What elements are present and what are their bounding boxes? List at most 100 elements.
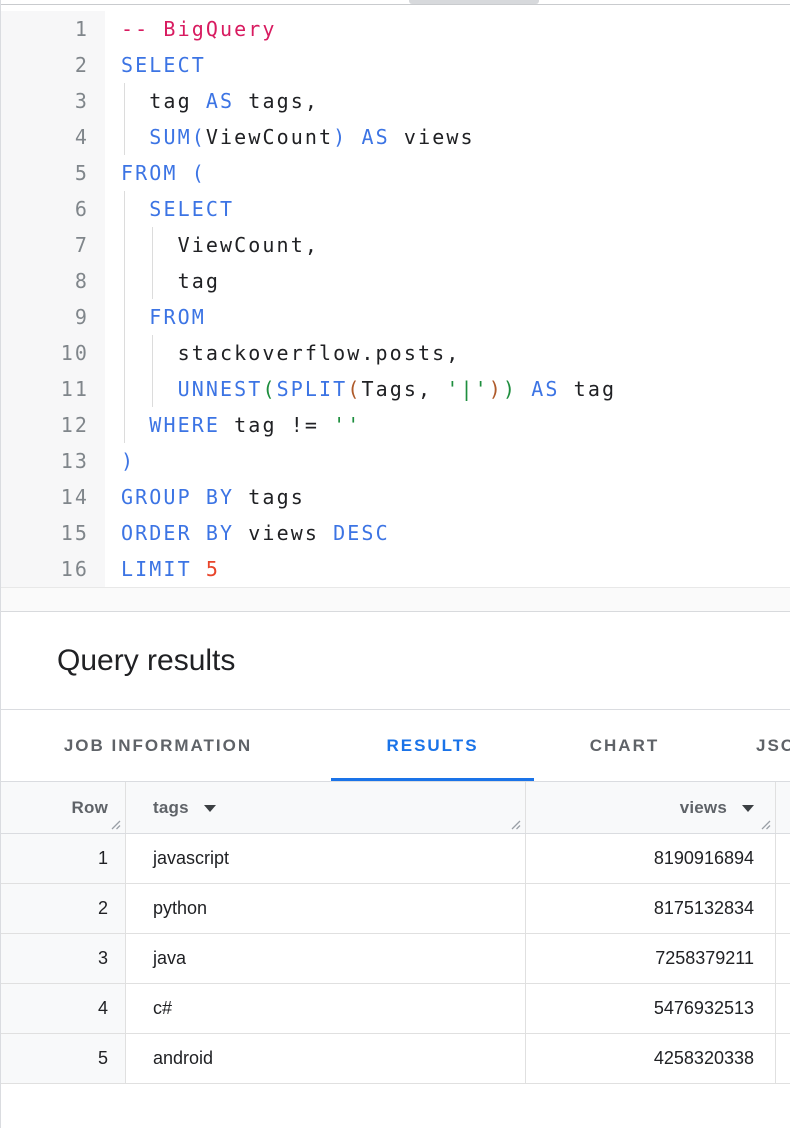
indent-guide — [124, 227, 125, 263]
code-text: -- BigQuery — [105, 11, 790, 47]
line-number: 11 — [1, 371, 105, 407]
tab-job-information[interactable]: JOB INFORMATION — [32, 710, 284, 782]
indent-guide — [124, 263, 125, 299]
line-number: 1 — [1, 11, 105, 47]
line-number: 2 — [1, 47, 105, 83]
line-number: 4 — [1, 119, 105, 155]
tab-results[interactable]: RESULTS — [331, 710, 534, 782]
views-cell: 7258379211 — [526, 934, 776, 983]
code-line: 4 SUM(ViewCount) AS views — [1, 119, 790, 155]
row-number-cell: 4 — [1, 984, 126, 1033]
code-text: FROM — [105, 299, 790, 335]
line-number: 3 — [1, 83, 105, 119]
code-text: SELECT — [105, 191, 790, 227]
column-label: tags — [153, 798, 189, 818]
line-number: 7 — [1, 227, 105, 263]
code-text: LIMIT 5 — [105, 551, 790, 587]
indent-guide — [124, 299, 125, 335]
indent-guide — [152, 227, 153, 263]
filler-cell — [776, 1034, 790, 1083]
row-number-cell: 5 — [1, 1034, 126, 1083]
query-results-band: Query results — [1, 612, 790, 710]
line-number: 14 — [1, 479, 105, 515]
table-row: 2python8175132834 — [1, 884, 790, 934]
column-header-row[interactable]: Row — [1, 782, 126, 833]
indent-guide — [124, 83, 125, 119]
code-text: ViewCount, — [105, 227, 790, 263]
column-label: views — [680, 798, 727, 818]
scrollbar-thumb[interactable] — [409, 0, 539, 4]
sql-editor[interactable]: 1-- BigQuery2SELECT3 tag AS tags,4 SUM(V… — [1, 5, 790, 587]
table-row: 1javascript8190916894 — [1, 834, 790, 884]
column-resize-handle[interactable] — [758, 817, 771, 830]
tab-chart[interactable]: CHART — [552, 710, 697, 782]
tags-cell: java — [126, 934, 526, 983]
code-line: 15ORDER BY views DESC — [1, 515, 790, 551]
code-line: 16LIMIT 5 — [1, 551, 790, 587]
code-text: stackoverflow.posts, — [105, 335, 790, 371]
editor-top-scrollbar — [1, 0, 790, 5]
table-row: 4c#5476932513 — [1, 984, 790, 1034]
code-line: 10 stackoverflow.posts, — [1, 335, 790, 371]
indent-guide — [124, 371, 125, 407]
code-line: 1-- BigQuery — [1, 11, 790, 47]
indent-guide — [124, 407, 125, 443]
column-header-tags[interactable]: tags — [126, 782, 526, 833]
indent-guide — [124, 119, 125, 155]
column-resize-handle[interactable] — [108, 817, 121, 830]
query-results-title: Query results — [57, 644, 235, 678]
column-label: Row — [72, 798, 108, 818]
code-line: 6 SELECT — [1, 191, 790, 227]
row-number-cell: 2 — [1, 884, 126, 933]
views-cell: 4258320338 — [526, 1034, 776, 1083]
line-number: 9 — [1, 299, 105, 335]
line-number: 13 — [1, 443, 105, 479]
filler-cell — [776, 834, 790, 883]
table-row: 3java7258379211 — [1, 934, 790, 984]
tags-cell: c# — [126, 984, 526, 1033]
indent-guide — [124, 335, 125, 371]
code-line: 7 ViewCount, — [1, 227, 790, 263]
line-number: 15 — [1, 515, 105, 551]
code-text: GROUP BY tags — [105, 479, 790, 515]
line-number: 16 — [1, 551, 105, 587]
table-row: 5android4258320338 — [1, 1034, 790, 1084]
code-text: UNNEST(SPLIT(Tags, '|')) AS tag — [105, 371, 790, 407]
filler-cell — [776, 934, 790, 983]
column-header-views[interactable]: views — [526, 782, 776, 833]
tags-cell: python — [126, 884, 526, 933]
code-line: 12 WHERE tag != '' — [1, 407, 790, 443]
code-line: 11 UNNEST(SPLIT(Tags, '|')) AS tag — [1, 371, 790, 407]
line-number: 10 — [1, 335, 105, 371]
sort-caret-icon[interactable] — [204, 805, 216, 812]
indent-guide — [152, 371, 153, 407]
code-line: 9 FROM — [1, 299, 790, 335]
views-cell: 8175132834 — [526, 884, 776, 933]
code-text: WHERE tag != '' — [105, 407, 790, 443]
sort-caret-icon[interactable] — [742, 805, 754, 812]
line-number: 12 — [1, 407, 105, 443]
code-text: ORDER BY views DESC — [105, 515, 790, 551]
line-number: 8 — [1, 263, 105, 299]
filler-cell — [776, 884, 790, 933]
indent-guide — [124, 191, 125, 227]
indent-guide — [152, 335, 153, 371]
code-text: ) — [105, 443, 790, 479]
code-text: FROM ( — [105, 155, 790, 191]
editor-lines: 1-- BigQuery2SELECT3 tag AS tags,4 SUM(V… — [1, 11, 790, 587]
code-text: SUM(ViewCount) AS views — [105, 119, 790, 155]
code-line: 5FROM ( — [1, 155, 790, 191]
line-number: 5 — [1, 155, 105, 191]
indent-guide — [152, 263, 153, 299]
tab-json[interactable]: JSON — [732, 710, 790, 782]
column-resize-handle[interactable] — [508, 817, 521, 830]
header-filler-cell — [776, 782, 790, 833]
code-line: 3 tag AS tags, — [1, 83, 790, 119]
code-text: tag AS tags, — [105, 83, 790, 119]
results-table: Row tags views 1javascript81909168942python… — [1, 782, 790, 1084]
tags-cell: android — [126, 1034, 526, 1083]
views-cell: 5476932513 — [526, 984, 776, 1033]
line-number: 6 — [1, 191, 105, 227]
results-tabs: JOB INFORMATION RESULTSCHART JSON — [1, 710, 790, 782]
code-text: SELECT — [105, 47, 790, 83]
